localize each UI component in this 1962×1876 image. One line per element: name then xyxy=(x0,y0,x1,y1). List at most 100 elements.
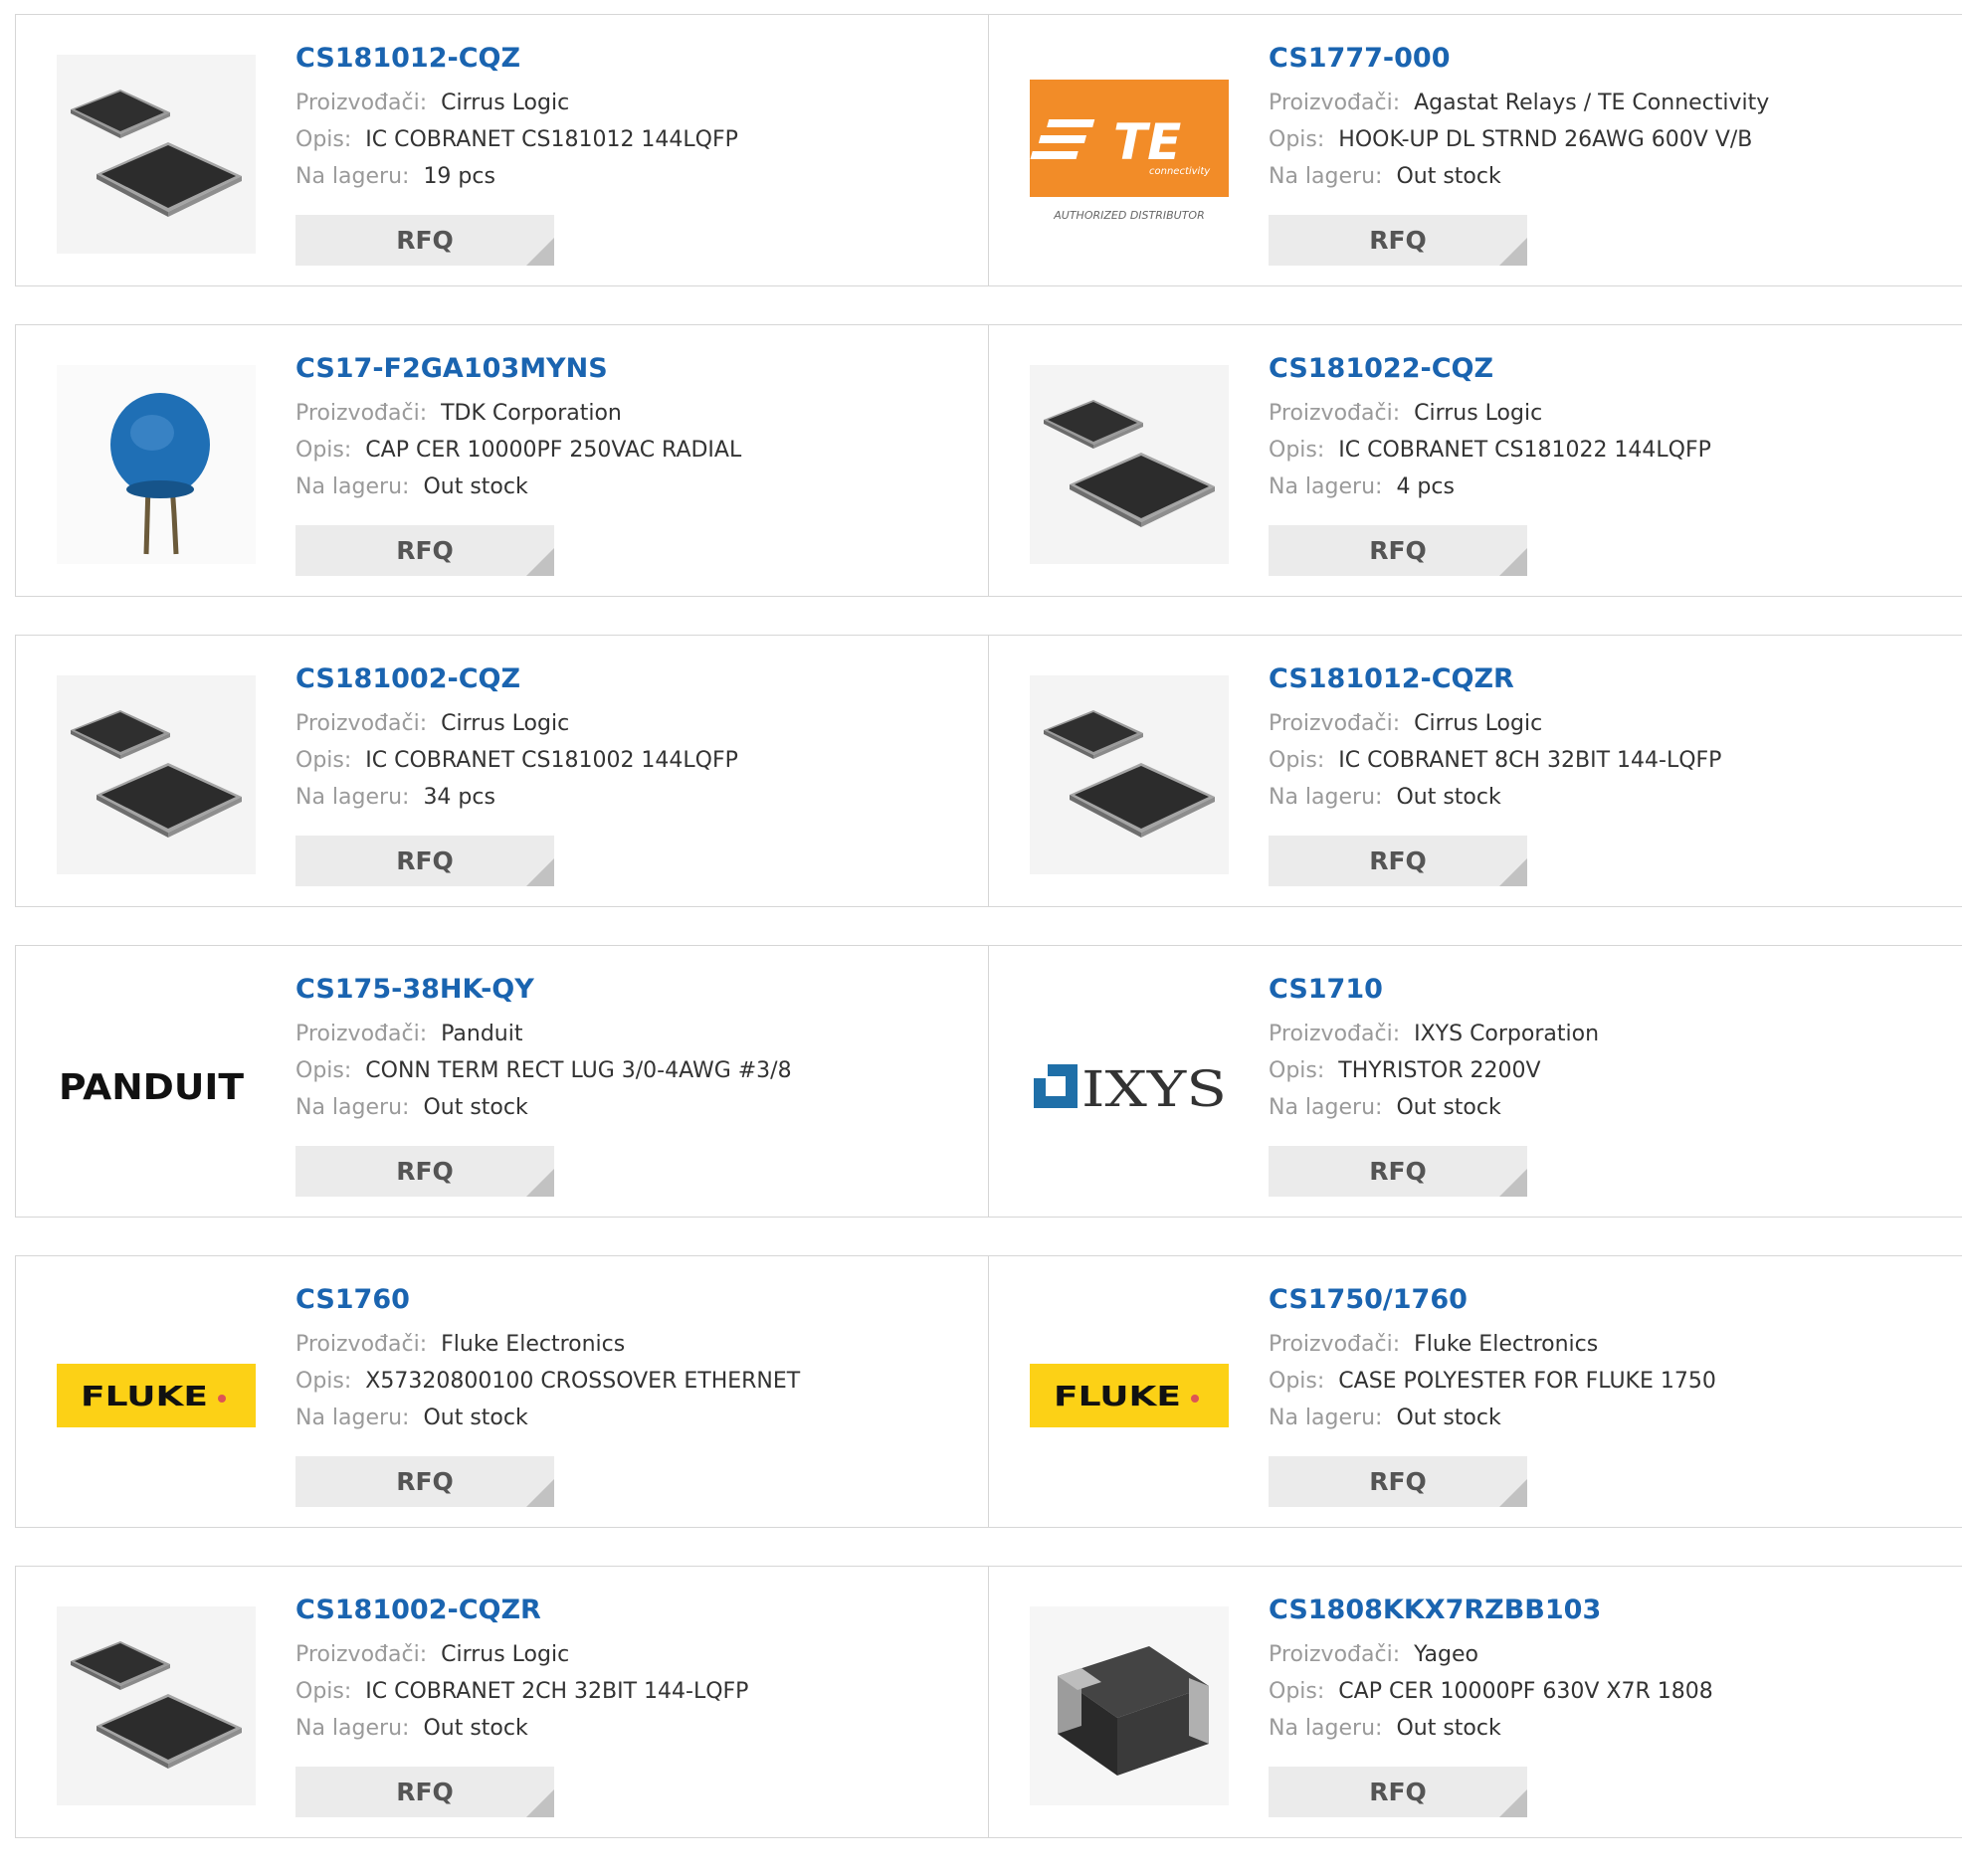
smd-capacitor-icon[interactable] xyxy=(1030,1606,1229,1805)
stock-label: Na lageru: xyxy=(295,474,410,499)
description-value: CONN TERM RECT LUG 3/0-4AWG #3/8 xyxy=(365,1058,792,1083)
rfq-button[interactable]: RFQ xyxy=(1269,1767,1527,1817)
stock-value: 4 pcs xyxy=(1396,474,1455,499)
rfq-button[interactable]: RFQ xyxy=(1269,215,1527,266)
description-value: IC COBRANET CS181012 144LQFP xyxy=(365,127,738,152)
stock-line: Na lageru: 4 pcs xyxy=(1269,469,1925,505)
stock-label: Na lageru: xyxy=(295,785,410,810)
product-info: CS1710 Proizvođači: IXYS Corporation Opis… xyxy=(1269,972,1925,1126)
corner-decoration xyxy=(1499,858,1527,886)
svg-text:FLUKE: FLUKE xyxy=(81,1380,208,1412)
panduit-logo[interactable]: PANDUIT xyxy=(57,986,256,1185)
description-line: Opis: IC COBRANET CS181002 144LQFP xyxy=(295,742,952,779)
part-number-link[interactable]: CS181002-CQZR xyxy=(295,1593,541,1628)
rfq-button[interactable]: RFQ xyxy=(1269,1146,1527,1197)
part-number-link[interactable]: CS17-F2GA103MYNS xyxy=(295,351,608,387)
corner-decoration xyxy=(526,1169,554,1197)
stock-label: Na lageru: xyxy=(1269,1406,1383,1430)
stock-line: Na lageru: Out stock xyxy=(295,1710,952,1747)
rfq-button[interactable]: RFQ xyxy=(295,1767,554,1817)
rfq-label: RFQ xyxy=(396,846,454,875)
part-number-link[interactable]: CS181012-CQZR xyxy=(1269,661,1514,697)
part-number-link[interactable]: CS1777-000 xyxy=(1269,41,1450,77)
stock-value: Out stock xyxy=(1396,164,1501,189)
rfq-button[interactable]: RFQ xyxy=(295,836,554,886)
part-number-link[interactable]: CS175-38HK-QY xyxy=(295,972,534,1008)
stock-value: Out stock xyxy=(423,474,528,499)
rfq-button[interactable]: RFQ xyxy=(295,525,554,576)
product-card: IXYS CS1710 Proizvođači: IXYS Corporation… xyxy=(988,945,1962,1218)
fluke-logo[interactable]: FLUKE xyxy=(1030,1296,1229,1495)
corner-decoration xyxy=(1499,1479,1527,1507)
stock-value: 19 pcs xyxy=(423,164,495,189)
description-label: Opis: xyxy=(1269,1058,1325,1083)
manufacturer-value: Fluke Electronics xyxy=(1414,1332,1599,1357)
rfq-button[interactable]: RFQ xyxy=(295,1146,554,1197)
description-value: X57320800100 CROSSOVER ETHERNET xyxy=(365,1369,801,1394)
te-logo-mark: TE xyxy=(1113,113,1181,171)
stock-value: Out stock xyxy=(1396,1716,1501,1741)
part-number-link[interactable]: CS1760 xyxy=(295,1282,410,1318)
description-value: IC COBRANET 2CH 32BIT 144-LQFP xyxy=(365,1679,749,1704)
svg-text:connectivity: connectivity xyxy=(1149,166,1211,177)
rfq-label: RFQ xyxy=(396,1467,454,1496)
description-label: Opis: xyxy=(1269,438,1325,463)
qfp-chip-icon[interactable] xyxy=(57,1606,256,1805)
description-line: Opis: THYRISTOR 2200V xyxy=(1269,1052,1925,1089)
description-label: Opis: xyxy=(295,1369,352,1394)
rfq-label: RFQ xyxy=(1369,1157,1427,1186)
description-line: Opis: IC COBRANET 2CH 32BIT 144-LQFP xyxy=(295,1673,952,1710)
manufacturer-label: Proizvođači: xyxy=(295,1642,428,1667)
qfp-chip-icon[interactable] xyxy=(1030,365,1229,564)
part-number-link[interactable]: CS181012-CQZ xyxy=(295,41,520,77)
manufacturer-value: IXYS Corporation xyxy=(1414,1022,1600,1046)
part-number-link[interactable]: CS181002-CQZ xyxy=(295,661,520,697)
disc-capacitor-icon[interactable] xyxy=(57,365,256,564)
manufacturer-value: Yageo xyxy=(1414,1642,1478,1667)
product-row: CS181002-CQZ Proizvođači: Cirrus Logic Op… xyxy=(15,635,1962,907)
part-number-link[interactable]: CS181022-CQZ xyxy=(1269,351,1493,387)
description-line: Opis: HOOK-UP DL STRND 26AWG 600V V/B xyxy=(1269,121,1925,158)
stock-line: Na lageru: Out stock xyxy=(295,469,952,505)
description-label: Opis: xyxy=(295,1058,352,1083)
description-value: IC COBRANET CS181002 144LQFP xyxy=(365,748,738,773)
stock-line: Na lageru: Out stock xyxy=(295,1089,952,1126)
product-info: CS1750/1760 Proizvođači: Fluke Electronic… xyxy=(1269,1282,1925,1436)
rfq-label: RFQ xyxy=(396,1778,454,1806)
stock-line: Na lageru: Out stock xyxy=(1269,1400,1925,1436)
product-card: FLUKE CS1750/1760 Proizvođači: Fluke Elec… xyxy=(988,1255,1962,1528)
qfp-chip-icon[interactable] xyxy=(1030,675,1229,874)
manufacturer-value: Fluke Electronics xyxy=(441,1332,626,1357)
manufacturer-value: TDK Corporation xyxy=(441,401,622,426)
description-label: Opis: xyxy=(1269,1679,1325,1704)
rfq-label: RFQ xyxy=(396,536,454,565)
rfq-label: RFQ xyxy=(1369,1778,1427,1806)
te-logo[interactable]: TE connectivity AUTHORIZED DISTRIBUTOR xyxy=(1030,55,1229,254)
qfp-chip-icon[interactable] xyxy=(57,675,256,874)
manufacturer-line: Proizvođači: Cirrus Logic xyxy=(1269,395,1925,432)
rfq-button[interactable]: RFQ xyxy=(1269,836,1527,886)
fluke-logo[interactable]: FLUKE xyxy=(57,1296,256,1495)
stock-value: Out stock xyxy=(423,1406,528,1430)
qfp-chip-icon[interactable] xyxy=(57,55,256,254)
rfq-button[interactable]: RFQ xyxy=(295,215,554,266)
description-value: CAP CER 10000PF 630V X7R 1808 xyxy=(1338,1679,1713,1704)
product-card: FLUKE CS1760 Proizvođači: Fluke Electroni… xyxy=(15,1255,990,1528)
part-number-link[interactable]: CS1808KKX7RZBB103 xyxy=(1269,1593,1601,1628)
part-number-link[interactable]: CS1750/1760 xyxy=(1269,1282,1468,1318)
rfq-label: RFQ xyxy=(396,1157,454,1186)
description-line: Opis: X57320800100 CROSSOVER ETHERNET xyxy=(295,1363,952,1400)
product-card: CS1808KKX7RZBB103 Proizvođači: Yageo Opis… xyxy=(988,1566,1962,1838)
manufacturer-label: Proizvođači: xyxy=(295,711,428,736)
rfq-button[interactable]: RFQ xyxy=(1269,525,1527,576)
rfq-button[interactable]: RFQ xyxy=(1269,1456,1527,1507)
ixys-logo[interactable]: IXYS xyxy=(1030,986,1229,1185)
product-card: TE connectivity AUTHORIZED DISTRIBUTOR C… xyxy=(988,14,1962,286)
description-label: Opis: xyxy=(1269,127,1325,152)
rfq-button[interactable]: RFQ xyxy=(295,1456,554,1507)
manufacturer-value: Cirrus Logic xyxy=(1414,711,1543,736)
description-line: Opis: CONN TERM RECT LUG 3/0-4AWG #3/8 xyxy=(295,1052,952,1089)
part-number-link[interactable]: CS1710 xyxy=(1269,972,1383,1008)
svg-text:AUTHORIZED DISTRIBUTOR: AUTHORIZED DISTRIBUTOR xyxy=(1053,209,1205,222)
description-label: Opis: xyxy=(1269,748,1325,773)
